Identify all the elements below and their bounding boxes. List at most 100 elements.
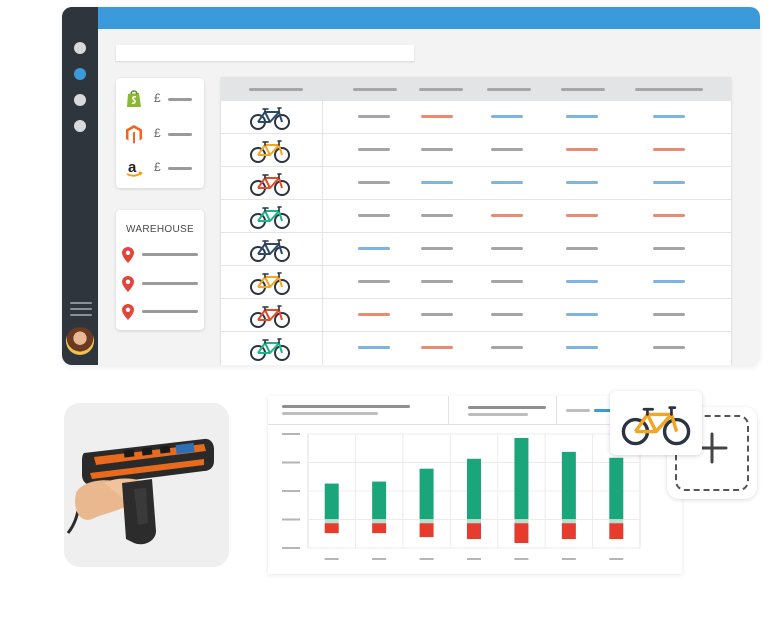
stock-level-bar xyxy=(421,181,453,184)
x-tick-label xyxy=(467,558,481,560)
bar-positive xyxy=(514,437,529,520)
x-tick-label xyxy=(609,558,624,560)
column-header-2[interactable] xyxy=(419,88,463,91)
stock-level-bar xyxy=(358,115,390,118)
channel-value-bar xyxy=(168,167,192,170)
stock-level-bar xyxy=(358,214,390,217)
warehouse-location-3[interactable] xyxy=(122,304,200,320)
bicycle-icon xyxy=(250,206,290,229)
bar-gap xyxy=(372,519,387,524)
bar-positive xyxy=(372,481,387,520)
product-table xyxy=(221,77,731,365)
warehouse-location-2[interactable] xyxy=(122,276,200,292)
bicycle-icon xyxy=(250,107,290,130)
stock-level-bar xyxy=(653,247,685,250)
stock-level-bar xyxy=(653,346,685,349)
stock-level-bar xyxy=(566,181,598,184)
nav-dot-4[interactable] xyxy=(74,120,86,132)
bar-negative xyxy=(609,523,624,540)
nav-dot-2-active[interactable] xyxy=(74,68,86,80)
stock-level-bar xyxy=(421,313,453,316)
chart-header-metric-bar xyxy=(468,406,546,409)
bar-gap xyxy=(514,519,529,524)
x-tick-label xyxy=(324,558,339,560)
chart-header-divider xyxy=(448,396,449,424)
stock-level-bar xyxy=(491,214,523,217)
avatar[interactable] xyxy=(66,327,94,355)
bicycle-icon xyxy=(250,239,290,262)
nav-dot-3[interactable] xyxy=(74,94,86,106)
stock-level-bar xyxy=(566,346,598,349)
y-tick-label xyxy=(282,433,300,435)
stock-level-bar xyxy=(653,115,685,118)
dragged-product-card[interactable] xyxy=(610,391,702,455)
stock-level-bar xyxy=(358,181,390,184)
bicycle-icon xyxy=(250,338,290,361)
bar-negative xyxy=(467,523,481,540)
top-bar xyxy=(62,7,760,29)
menu-icon[interactable] xyxy=(70,302,92,320)
currency-symbol: £ xyxy=(154,126,161,140)
stock-level-bar xyxy=(566,115,598,118)
channel-value-bar xyxy=(168,98,192,101)
stock-level-bar xyxy=(491,115,523,118)
bar-gap xyxy=(467,519,481,524)
bicycle-icon xyxy=(621,406,691,446)
channel-row-amazon[interactable]: a £ xyxy=(124,157,200,181)
y-tick-label xyxy=(282,461,300,464)
stock-level-bar xyxy=(653,214,685,217)
stock-level-bar xyxy=(358,148,390,151)
search-input[interactable] xyxy=(116,45,414,61)
column-divider xyxy=(322,100,323,365)
stock-level-bar xyxy=(491,346,523,349)
nav-dot-1[interactable] xyxy=(74,42,86,54)
table-header xyxy=(221,77,731,100)
column-header-product[interactable] xyxy=(249,88,303,91)
stock-level-bar xyxy=(566,214,598,217)
table-row[interactable] xyxy=(221,331,731,363)
table-row[interactable] xyxy=(221,265,731,297)
location-label-bar xyxy=(142,282,198,285)
stock-level-bar xyxy=(358,346,390,349)
chart-legend-bar xyxy=(566,409,590,412)
table-row[interactable] xyxy=(221,100,731,132)
amazon-icon: a xyxy=(126,159,143,177)
table-row[interactable] xyxy=(221,133,731,165)
currency-symbol: £ xyxy=(154,160,161,174)
stock-level-bar xyxy=(566,280,598,283)
column-header-1[interactable] xyxy=(353,88,397,91)
channel-row-magento[interactable]: £ xyxy=(124,123,200,147)
chart-header-subtitle-bar xyxy=(282,412,378,415)
table-row[interactable] xyxy=(221,199,731,231)
stock-level-bar xyxy=(566,247,598,250)
warehouse-location-1[interactable] xyxy=(122,247,200,263)
page: £ £ a £ WAREHOUSE xyxy=(0,0,768,623)
table-row[interactable] xyxy=(221,298,731,330)
stock-level-bar xyxy=(358,280,390,283)
stock-level-bar xyxy=(358,313,390,316)
stock-level-bar xyxy=(421,115,453,118)
sales-channels-card: £ £ a £ xyxy=(116,78,204,188)
column-header-4[interactable] xyxy=(561,88,605,91)
stock-level-bar xyxy=(491,181,523,184)
bicycle-icon xyxy=(250,272,290,295)
location-label-bar xyxy=(142,253,198,256)
stock-level-bar xyxy=(566,148,598,151)
warehouse-card: WAREHOUSE xyxy=(116,210,204,330)
channel-row-shopify[interactable]: £ xyxy=(124,88,200,112)
channel-value-bar xyxy=(168,133,192,136)
svg-text:a: a xyxy=(128,159,137,176)
bar-gap xyxy=(324,519,339,524)
bar-negative xyxy=(419,523,434,538)
table-row[interactable] xyxy=(221,166,731,198)
column-header-5[interactable] xyxy=(635,88,703,91)
stock-level-bar xyxy=(653,181,685,184)
bar-negative xyxy=(514,523,529,544)
x-tick-label xyxy=(514,558,529,560)
stock-level-bar xyxy=(358,247,390,250)
bar-gap xyxy=(561,519,576,524)
column-header-3[interactable] xyxy=(487,88,531,91)
table-row[interactable] xyxy=(221,232,731,264)
bar-gap xyxy=(609,519,624,524)
bar-positive xyxy=(609,457,624,520)
